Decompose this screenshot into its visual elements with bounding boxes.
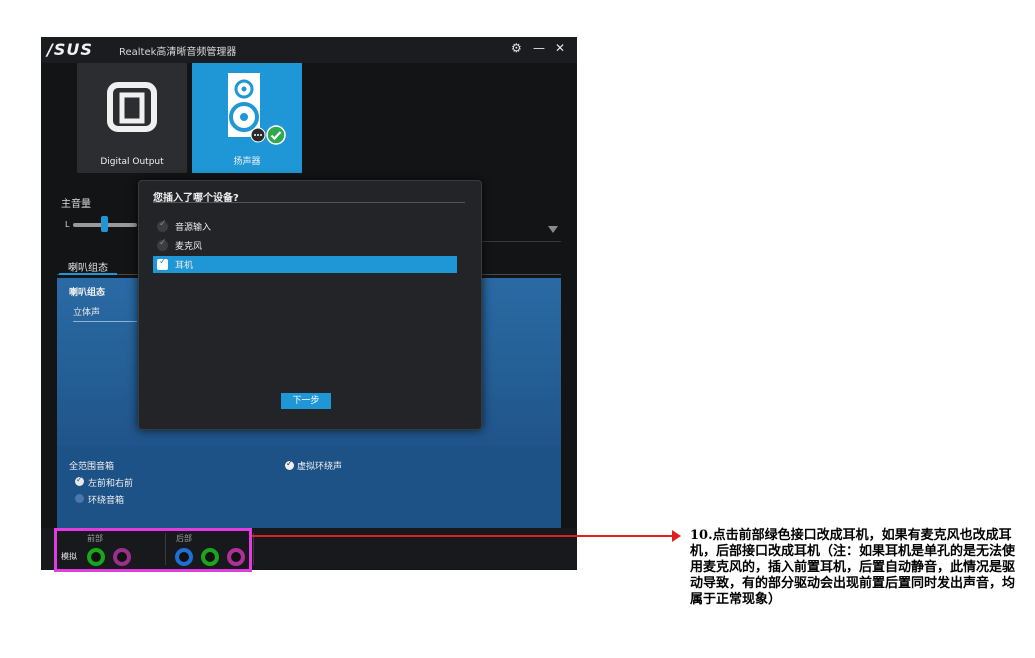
option-label: 耳机 bbox=[175, 261, 194, 271]
speaker-config-select[interactable]: 立体声 bbox=[73, 305, 100, 318]
settings-gear-icon[interactable]: ⚙ bbox=[511, 41, 522, 55]
app-title: Realtek高清晰音频管理器 bbox=[119, 47, 237, 58]
select-underline bbox=[73, 321, 137, 322]
title-bar: /SUS Realtek高清晰音频管理器 ⚙ — ✕ bbox=[41, 37, 577, 63]
minimize-button[interactable]: — bbox=[533, 41, 545, 55]
surround-speaker-checkbox[interactable] bbox=[75, 494, 84, 503]
jack-divider bbox=[253, 533, 254, 565]
option-headphones[interactable]: 耳机 bbox=[153, 256, 457, 273]
device-tile-digital-output[interactable]: Digital Output bbox=[77, 63, 187, 173]
device-label-speaker: 扬声器 bbox=[233, 157, 261, 167]
option-check-icon bbox=[157, 238, 168, 251]
dropdown-underline bbox=[481, 241, 561, 242]
annotation-arrow-line bbox=[252, 535, 676, 537]
check-badge-icon bbox=[266, 125, 286, 145]
virtual-surround-checkbox[interactable] bbox=[285, 459, 294, 470]
annotation-arrow-head-icon bbox=[672, 530, 681, 542]
main-volume-slider-handle[interactable] bbox=[101, 216, 108, 232]
tab-speaker-config[interactable]: 喇叭组态 bbox=[68, 259, 108, 274]
surround-speaker-label: 环绕音箱 bbox=[88, 496, 125, 506]
front-left-right-label: 左前和右前 bbox=[88, 479, 134, 489]
main-volume-label: 主音量 bbox=[61, 199, 91, 210]
speaker-options-panel: 全范围音箱 左前和右前 环绕音箱 虚拟环绕声 bbox=[57, 446, 561, 528]
dialog-divider bbox=[153, 202, 465, 203]
jack-highlight-box bbox=[54, 528, 252, 572]
front-left-right-checkbox[interactable] bbox=[75, 475, 84, 486]
option-label: 音源输入 bbox=[175, 223, 212, 233]
panel-title: 喇叭组态 bbox=[69, 288, 106, 298]
option-check-icon bbox=[157, 257, 168, 270]
speech-bubble-icon bbox=[250, 127, 266, 143]
fullrange-label: 全范围音箱 bbox=[69, 462, 115, 472]
digital-output-icon bbox=[107, 82, 157, 132]
virtual-surround-label: 虚拟环绕声 bbox=[297, 462, 343, 472]
option-microphone[interactable]: 麦克风 bbox=[153, 237, 457, 254]
chevron-down-icon[interactable] bbox=[548, 226, 558, 233]
left-channel-label: L bbox=[65, 220, 70, 229]
annotation-text: 10.点击前部绿色接口改成耳机，如果有麦克风也改成耳机，后部接口改成耳机（注：如… bbox=[690, 528, 1016, 607]
tab-active-indicator bbox=[59, 273, 117, 275]
device-label-digital-output: Digital Output bbox=[100, 157, 164, 167]
device-select-dialog: 您插入了哪个设备? 音源输入 麦克风 耳机 下一步 bbox=[138, 180, 482, 430]
device-tile-speaker[interactable]: 扬声器 bbox=[192, 63, 302, 173]
asus-logo: /SUS bbox=[47, 40, 93, 59]
close-button[interactable]: ✕ bbox=[555, 41, 565, 55]
option-check-icon bbox=[157, 219, 168, 232]
option-line-in[interactable]: 音源输入 bbox=[153, 218, 457, 235]
option-label: 麦克风 bbox=[175, 242, 203, 252]
next-button[interactable]: 下一步 bbox=[281, 393, 331, 409]
